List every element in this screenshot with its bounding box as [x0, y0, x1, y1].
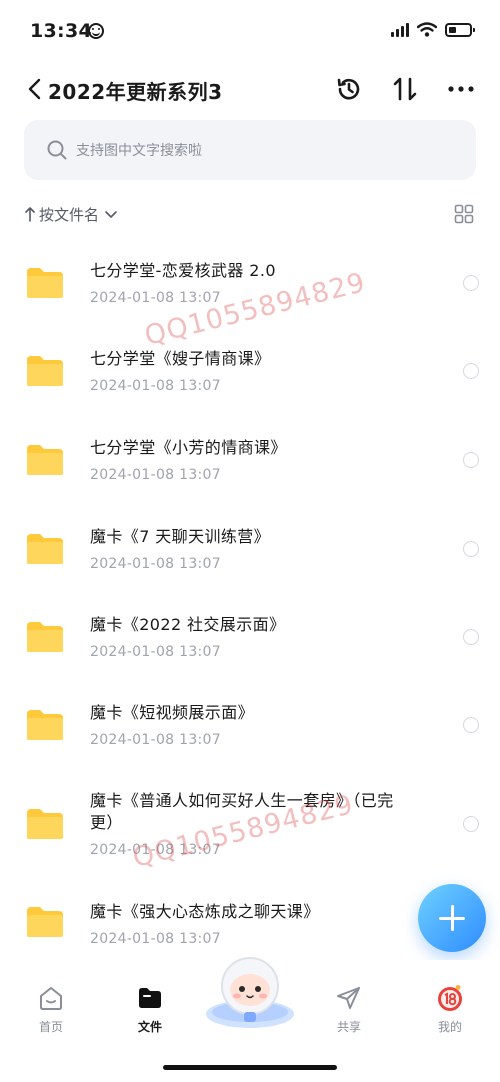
select-checkbox[interactable]: [463, 717, 479, 733]
status-time: 13:34: [30, 20, 92, 42]
file-name: 魔卡《强大心态炼成之聊天课》: [90, 902, 320, 921]
list-item[interactable]: 魔卡《普通人如何买好人生一套房》（已完更） 2024-01-08 13:07: [0, 770, 500, 885]
folder-icon: [27, 710, 63, 740]
home-indicator: [163, 1065, 337, 1070]
file-name: 七分学堂《小芳的情商课》: [90, 438, 287, 457]
nav-label: 我的: [437, 1020, 462, 1034]
header: 2022年更新系列3: [0, 62, 500, 116]
header-actions: [334, 74, 476, 104]
select-checkbox[interactable]: [463, 816, 479, 832]
list-item[interactable]: 七分学堂-恋爱核武器 2.0 2024-01-08 13:07: [0, 240, 500, 328]
folder-icon: [27, 907, 63, 937]
nav-label: 首页: [38, 1020, 63, 1034]
status-bar: 13:34: [0, 0, 500, 62]
cellular-signal-icon: [391, 22, 409, 37]
more-icon[interactable]: [446, 74, 476, 104]
file-name: 魔卡《短视频展示面》: [90, 703, 255, 722]
nav-label: 共享: [336, 1020, 361, 1034]
mascot-icon[interactable]: [202, 952, 298, 1030]
folder-icon: [27, 534, 63, 564]
nav-item-share[interactable]: 共享: [309, 984, 389, 1035]
folder-icon: [27, 268, 63, 298]
list-item[interactable]: 七分学堂《嫂子情商课》 2024-01-08 13:07: [0, 328, 500, 416]
file-date: 2024-01-08 13:07: [90, 378, 221, 394]
bottom-nav: 首页 文件 共享 我的: [0, 957, 500, 1082]
folder-icon: [27, 809, 63, 839]
select-checkbox[interactable]: [463, 363, 479, 379]
file-date: 2024-01-08 13:07: [90, 644, 221, 660]
back-icon[interactable]: [24, 76, 46, 102]
folder-icon: [27, 445, 63, 475]
search-placeholder: 支持图中文字搜索啦: [76, 143, 202, 159]
select-checkbox[interactable]: [463, 452, 479, 468]
nav-item-home[interactable]: 首页: [11, 984, 91, 1035]
grid-view-icon[interactable]: [454, 204, 474, 224]
status-indicators: [391, 22, 475, 37]
select-checkbox[interactable]: [463, 629, 479, 645]
home-icon: [40, 987, 62, 1010]
chevron-down-icon[interactable]: [103, 206, 119, 222]
list-item[interactable]: 魔卡《短视频展示面》 2024-01-08 13:07: [0, 682, 500, 770]
smiley-icon: [88, 23, 104, 39]
file-name: 魔卡《普通人如何买好人生一套房》（已完更）: [90, 791, 394, 832]
file-date: 2024-01-08 13:07: [90, 467, 221, 483]
file-name: 魔卡《7 天聊天训练营》: [90, 527, 271, 546]
wifi-icon: [417, 22, 437, 37]
file-date: 2024-01-08 13:07: [90, 931, 221, 947]
file-date: 2024-01-08 13:07: [90, 290, 221, 306]
page-title: 2022年更新系列3: [48, 80, 223, 104]
file-date: 2024-01-08 13:07: [90, 732, 221, 748]
search-icon: [47, 140, 67, 160]
battery-icon: [445, 22, 475, 37]
file-date: 2024-01-08 13:07: [90, 556, 221, 572]
folder-icon: [139, 988, 161, 1008]
file-name: 魔卡《2022 社交展示面》: [90, 615, 286, 634]
folder-icon: [27, 356, 63, 386]
file-name: 七分学堂《嫂子情商课》: [90, 349, 271, 368]
sort-row: 按文件名: [24, 200, 476, 228]
list-item[interactable]: 七分学堂《小芳的情商课》 2024-01-08 13:07: [0, 417, 500, 505]
nav-item-profile[interactable]: 我的: [410, 984, 490, 1035]
nav-item-files[interactable]: 文件: [110, 984, 190, 1035]
search-bar[interactable]: 支持图中文字搜索啦: [24, 120, 476, 180]
sort-toggle-icon[interactable]: [390, 74, 420, 104]
send-icon: [337, 987, 360, 1009]
list-item[interactable]: 魔卡《7 天聊天训练营》 2024-01-08 13:07: [0, 506, 500, 594]
sort-label[interactable]: 按文件名: [39, 204, 99, 225]
list-item[interactable]: 魔卡《2022 社交展示面》 2024-01-08 13:07: [0, 594, 500, 682]
select-checkbox[interactable]: [463, 275, 479, 291]
folder-icon: [27, 622, 63, 652]
arrow-up-icon[interactable]: [24, 205, 36, 223]
select-checkbox[interactable]: [463, 541, 479, 557]
file-name: 七分学堂-恋爱核武器 2.0: [90, 261, 276, 280]
add-button[interactable]: [418, 884, 486, 952]
history-icon[interactable]: [334, 74, 364, 104]
avatar-icon: [438, 985, 462, 1011]
file-date: 2024-01-08 13:07: [90, 842, 221, 858]
nav-label: 文件: [137, 1020, 162, 1034]
